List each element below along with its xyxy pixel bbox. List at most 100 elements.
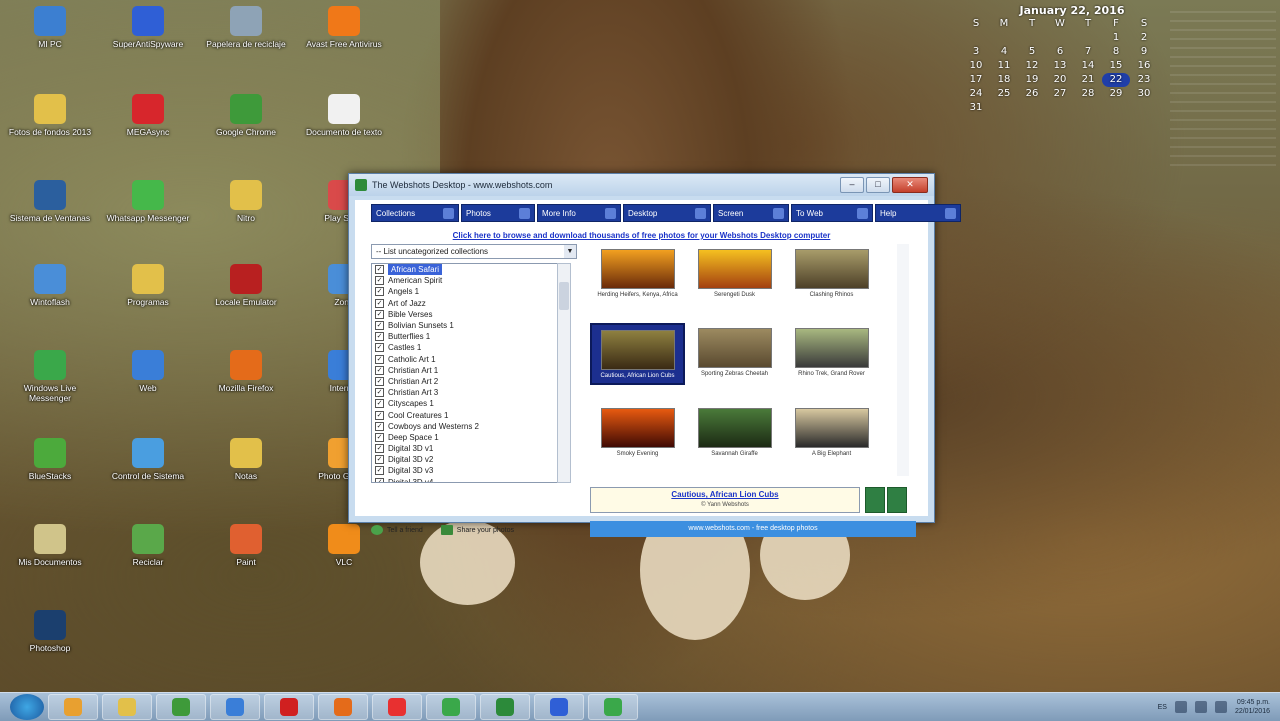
- taskbar-button[interactable]: [48, 694, 98, 720]
- list-item[interactable]: ✓ American Spirit: [372, 275, 558, 286]
- desktop-icon[interactable]: Notas: [204, 438, 288, 481]
- list-item[interactable]: ✓ Cool Creatures 1: [372, 409, 558, 420]
- calendar-day[interactable]: 17: [962, 73, 990, 87]
- calendar-day[interactable]: 20: [1046, 73, 1074, 87]
- desktop-icon[interactable]: Web: [106, 350, 190, 393]
- desktop-icon[interactable]: Reciclar: [106, 524, 190, 567]
- next-photo-button[interactable]: [887, 487, 907, 513]
- calendar-day[interactable]: 8: [1102, 45, 1130, 59]
- photo-thumbnail[interactable]: Rhino Trek, Grand Rover: [784, 323, 879, 385]
- desktop-icon[interactable]: Wintoflash: [8, 264, 92, 307]
- checkbox[interactable]: ✓: [375, 455, 384, 465]
- list-item[interactable]: ✓ Christian Art 2: [372, 376, 558, 387]
- desktop-icon[interactable]: Paint: [204, 524, 288, 567]
- checkbox[interactable]: ✓: [375, 410, 384, 420]
- nav-button-help[interactable]: Help: [875, 204, 961, 222]
- taskbar-button[interactable]: [264, 694, 314, 720]
- desktop-icon[interactable]: Control de Sistema: [106, 438, 190, 481]
- desktop-icon[interactable]: Papelera de reciclaje: [204, 6, 288, 49]
- calendar-day[interactable]: 27: [1046, 87, 1074, 101]
- checkbox[interactable]: ✓: [375, 432, 384, 442]
- desktop-icon[interactable]: Mis Documentos: [8, 524, 92, 567]
- calendar-day[interactable]: 19: [1018, 73, 1046, 87]
- taskbar-button[interactable]: [480, 694, 530, 720]
- language-indicator[interactable]: ES: [1158, 704, 1167, 711]
- calendar-day[interactable]: 30: [1130, 87, 1158, 101]
- checkbox[interactable]: ✓: [375, 332, 384, 342]
- desktop-icon[interactable]: Mozilla Firefox: [204, 350, 288, 393]
- scrollbar-thumb[interactable]: [559, 282, 569, 310]
- chevron-down-icon[interactable]: ▼: [564, 245, 576, 258]
- desktop-icon[interactable]: Documento de texto: [302, 94, 386, 137]
- list-item[interactable]: ✓ Castles 1: [372, 342, 558, 353]
- photo-thumbnail[interactable]: A Big Elephant: [784, 403, 879, 465]
- thumbnail-scrollbar[interactable]: [897, 244, 909, 476]
- calendar-day[interactable]: 21: [1074, 73, 1102, 87]
- calendar-day[interactable]: 14: [1074, 59, 1102, 73]
- taskbar-button[interactable]: [102, 694, 152, 720]
- calendar-day[interactable]: 1: [1102, 31, 1130, 45]
- nav-button-collections[interactable]: Collections: [371, 204, 459, 222]
- taskbar-button[interactable]: [372, 694, 422, 720]
- photo-thumbnail[interactable]: Herding Heifers, Kenya, Africa: [590, 244, 685, 306]
- taskbar-button[interactable]: [426, 694, 476, 720]
- checkbox[interactable]: ✓: [375, 309, 384, 319]
- desktop-icon[interactable]: Programas: [106, 264, 190, 307]
- photo-thumbnail[interactable]: Serengeti Dusk: [687, 244, 782, 306]
- taskbar-button[interactable]: [210, 694, 260, 720]
- list-item[interactable]: ✓ Bolivian Sunsets 1: [372, 320, 558, 331]
- checkbox[interactable]: ✓: [375, 376, 384, 386]
- window-titlebar[interactable]: The Webshots Desktop - www.webshots.com …: [349, 174, 934, 196]
- calendar-day[interactable]: 16: [1130, 59, 1158, 73]
- taskbar-button[interactable]: [156, 694, 206, 720]
- checkbox[interactable]: ✓: [375, 298, 384, 308]
- collection-filter-dropdown[interactable]: -- List uncategorized collections ▼: [371, 244, 577, 259]
- desktop-icon[interactable]: Avast Free Antivirus: [302, 6, 386, 49]
- volume-icon[interactable]: [1194, 701, 1207, 713]
- checkbox[interactable]: ✓: [375, 365, 384, 375]
- desktop-icon[interactable]: MI PC: [8, 6, 92, 49]
- selected-photo-caption[interactable]: Cautious, African Lion Cubs © Yann Websh…: [590, 487, 860, 513]
- list-item[interactable]: ✓ Art of Jazz: [372, 298, 558, 309]
- list-item[interactable]: ✓ Christian Art 3: [372, 387, 558, 398]
- calendar-day[interactable]: 25: [990, 87, 1018, 101]
- calendar-day[interactable]: 5: [1018, 45, 1046, 59]
- photo-thumbnail[interactable]: Smoky Evening: [590, 403, 685, 465]
- desktop-icon[interactable]: Nitro: [204, 180, 288, 223]
- desktop-icon[interactable]: BlueStacks: [8, 438, 92, 481]
- close-button[interactable]: ✕: [892, 177, 928, 193]
- webshots-footer-banner[interactable]: www.webshots.com - free desktop photos: [590, 521, 916, 537]
- checkbox[interactable]: ✓: [375, 265, 384, 275]
- browse-photos-link[interactable]: Click here to browse and download thousa…: [355, 231, 928, 240]
- desktop-icon[interactable]: Locale Emulator: [204, 264, 288, 307]
- list-item[interactable]: ✓ Cityscapes 1: [372, 398, 558, 409]
- photo-thumbnail[interactable]: Clashing Rhinos: [784, 244, 879, 306]
- calendar-day[interactable]: 22: [1102, 73, 1130, 87]
- list-item[interactable]: ✓ Cowboys and Westerns 2: [372, 421, 558, 432]
- checkbox[interactable]: ✓: [375, 466, 384, 476]
- desktop-icon[interactable]: Sistema de Ventanas: [8, 180, 92, 223]
- list-item[interactable]: ✓ Bible Verses: [372, 309, 558, 320]
- calendar-day[interactable]: 11: [990, 59, 1018, 73]
- calendar-day[interactable]: 29: [1102, 87, 1130, 101]
- calendar-day[interactable]: 6: [1046, 45, 1074, 59]
- taskbar-button[interactable]: [534, 694, 584, 720]
- desktop-icon[interactable]: Fotos de fondos 2013: [8, 94, 92, 137]
- calendar-day[interactable]: 10: [962, 59, 990, 73]
- minimize-button[interactable]: –: [840, 177, 864, 193]
- list-item[interactable]: ✓ Angels 1: [372, 286, 558, 297]
- flag-icon[interactable]: [1214, 701, 1227, 713]
- checkbox[interactable]: ✓: [375, 444, 384, 454]
- maximize-button[interactable]: □: [866, 177, 890, 193]
- previous-photo-button[interactable]: [865, 487, 885, 513]
- calendar-day[interactable]: 13: [1046, 59, 1074, 73]
- list-item[interactable]: ✓ Deep Space 1: [372, 432, 558, 443]
- desktop-icon[interactable]: SuperAntiSpyware: [106, 6, 190, 49]
- checkbox[interactable]: ✓: [375, 477, 384, 482]
- checkbox[interactable]: ✓: [375, 399, 384, 409]
- calendar-day[interactable]: 18: [990, 73, 1018, 87]
- nav-button-screen[interactable]: Screen: [713, 204, 789, 222]
- checkbox[interactable]: ✓: [375, 276, 384, 286]
- taskbar-button[interactable]: [588, 694, 638, 720]
- calendar-day[interactable]: 9: [1130, 45, 1158, 59]
